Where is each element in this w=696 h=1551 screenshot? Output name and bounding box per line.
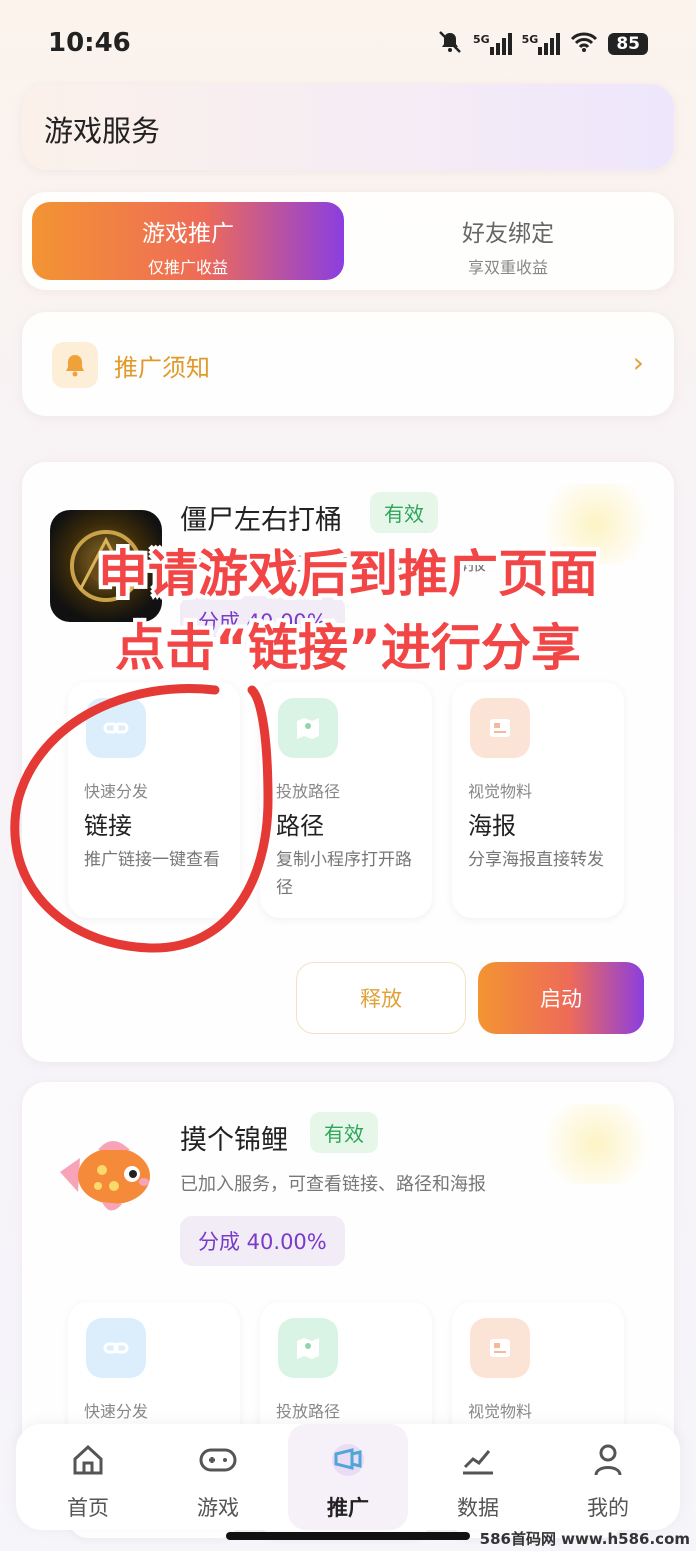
release-button[interactable]: 释放: [296, 962, 466, 1034]
status-badge: 有效: [370, 492, 438, 533]
tool-name: 链接: [84, 812, 132, 840]
watermark: 586首码网 www.h586.com: [479, 1530, 690, 1548]
megaphone-icon: [328, 1440, 368, 1480]
nav-item-games[interactable]: 游戏: [158, 1424, 278, 1530]
user-icon: [588, 1440, 628, 1480]
notice-label: 推广须知: [114, 354, 210, 382]
tab-subtitle: 享双重收益: [467, 258, 548, 277]
nav-item-data[interactable]: 数据: [418, 1424, 538, 1530]
chevron-right-icon: ›: [632, 346, 644, 379]
signal-2-icon: 5G: [522, 33, 561, 55]
tool-kicker: 视觉物料: [468, 1402, 533, 1421]
promotion-notice-row[interactable]: 推广须知 ›: [22, 312, 674, 416]
battery-indicator: 85: [608, 33, 648, 55]
nav-item-promotion[interactable]: 推广: [288, 1424, 408, 1530]
status-time: 10:46: [48, 28, 131, 58]
status-bar: 10:46 5G 5G 85: [0, 0, 696, 84]
tab-bar: 游戏推广 仅推广收益 好友绑定 享双重收益: [22, 192, 674, 290]
tool-kicker: 快速分发: [84, 782, 149, 801]
status-badge: 有效: [310, 1112, 378, 1153]
tool-kicker: 投放路径: [276, 1402, 341, 1421]
bell-icon: [52, 342, 98, 388]
poster-icon: [470, 698, 530, 758]
path-tool-card[interactable]: 投放路径 路径 复制小程序打开路径: [260, 682, 432, 918]
tool-kicker: 快速分发: [84, 1402, 149, 1421]
poster-tool-card[interactable]: 视觉物料 海报 分享海报直接转发: [452, 682, 624, 918]
signal-1-icon: 5G: [473, 33, 512, 55]
game-name: 摸个锦鲤: [180, 1125, 288, 1156]
tab-subtitle: 仅推广收益: [147, 258, 228, 277]
mute-icon: [437, 30, 463, 58]
tool-name: 海报: [468, 812, 516, 840]
home-icon: [68, 1440, 108, 1480]
wifi-icon: [570, 31, 598, 57]
instruction-overlay-line-1: 申请游戏后到推广页面: [98, 545, 598, 603]
tool-kicker: 视觉物料: [468, 782, 533, 801]
nav-label: 首页: [67, 1496, 109, 1520]
revenue-share-badge: 分成 40.00%: [180, 1216, 345, 1266]
tab-friend-binding[interactable]: 好友绑定 享双重收益: [352, 202, 664, 280]
nav-item-home[interactable]: 首页: [28, 1424, 148, 1530]
nav-label: 我的: [587, 1496, 629, 1520]
nav-label: 数据: [457, 1496, 499, 1520]
link-icon: [86, 698, 146, 758]
tool-kicker: 投放路径: [276, 782, 341, 801]
link-icon: [86, 1318, 146, 1378]
chart-icon: [458, 1440, 498, 1480]
map-icon: [278, 698, 338, 758]
network-2-label: 5G: [521, 33, 539, 46]
tool-description: 推广链接一键查看: [84, 850, 220, 870]
koi-fish-icon: [52, 1122, 160, 1230]
poster-icon: [470, 1318, 530, 1378]
instruction-overlay-line-2: 点击“链接”进行分享: [115, 619, 581, 677]
page-header: 游戏服务: [22, 84, 674, 170]
status-icons: 5G 5G 85: [437, 30, 648, 58]
nav-label: 游戏: [197, 1496, 239, 1520]
map-icon: [278, 1318, 338, 1378]
network-1-label: 5G: [472, 33, 490, 46]
bottom-navigation: 首页 游戏 推广 数据 我的: [16, 1424, 680, 1530]
start-button[interactable]: 启动: [478, 962, 644, 1034]
game-description: 已加入服务，可查看链接、路径和海报: [180, 1174, 486, 1195]
decorative-glow: [536, 1104, 656, 1184]
tool-name: 路径: [276, 812, 324, 840]
tab-title: 游戏推广: [142, 221, 234, 247]
nav-label: 推广: [327, 1496, 369, 1520]
nav-item-mine[interactable]: 我的: [548, 1424, 668, 1530]
tool-description: 分享海报直接转发: [468, 850, 604, 870]
game-name: 僵尸左右打桶: [180, 505, 342, 536]
tool-description: 复制小程序打开路径: [276, 850, 412, 898]
link-tool-card[interactable]: 快速分发 链接 推广链接一键查看: [68, 682, 240, 918]
tab-title: 好友绑定: [462, 221, 554, 247]
gamepad-icon: [198, 1440, 238, 1480]
tab-game-promotion[interactable]: 游戏推广 仅推广收益: [32, 202, 344, 280]
home-indicator[interactable]: [226, 1532, 470, 1540]
game-card: 摸个锦鲤 有效 已加入服务，可查看链接、路径和海报 分成 40.00% 快速分发…: [22, 1082, 674, 1538]
page-title: 游戏服务: [44, 114, 161, 148]
